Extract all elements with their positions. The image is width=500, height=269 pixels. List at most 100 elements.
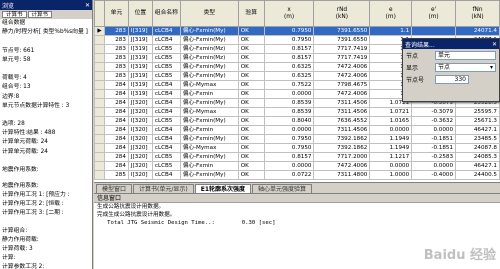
table-cell[interactable]: 25595.7 [455, 107, 500, 117]
table-cell[interactable]: 0.0000 [369, 125, 413, 135]
table-cell[interactable]: 0.0722 [263, 170, 315, 180]
table-cell[interactable]: J[320] [127, 107, 153, 117]
table-row[interactable]: 284 I[320] cLCB4 偏心-Fxmin(My) OK 0.7950 7392.1… [94, 134, 500, 144]
table-cell[interactable]: 7636.4552 [313, 116, 371, 126]
table-cell[interactable]: 1.1 [369, 26, 413, 36]
table-row[interactable]: 284 J[320] cLCB4 偏心-Mymax OK 0.7950 7392.1862 1… [94, 143, 500, 153]
table-cell[interactable]: cLCB5 [151, 116, 181, 126]
table-cell[interactable]: 283 [103, 44, 129, 54]
table-cell[interactable]: 0.7950 [263, 143, 315, 153]
query-id-input[interactable]: 330 [435, 74, 469, 84]
table-cell[interactable]: 0.0000 [411, 161, 457, 171]
table-cell[interactable]: 284 [103, 152, 129, 162]
tree-line[interactable]: 单元节点数据计算特性 : 3 [0, 102, 92, 111]
tab-e1-strength[interactable]: E1轮廓系次强度 [194, 184, 252, 193]
table-cell[interactable]: OK [237, 35, 265, 45]
tree-line[interactable]: 计算: [0, 254, 92, 263]
table-cell[interactable]: 1.0165 [369, 116, 413, 126]
column-header[interactable]: rNd (kN) [313, 0, 371, 27]
column-header[interactable]: 类型 [179, 0, 239, 27]
query-show-select[interactable]: 节点 ▾ [435, 62, 496, 72]
table-cell[interactable]: 0.0000 [263, 89, 315, 99]
table-cell[interactable]: I[319] [127, 26, 153, 36]
table-cell[interactable]: cLCB4 [151, 170, 181, 180]
table-cell[interactable]: 0.8040 [263, 116, 315, 126]
table-cell[interactable]: cLCB5 [151, 71, 181, 81]
table-cell[interactable]: OK [237, 125, 265, 135]
column-header[interactable]: e' (m) [411, 0, 457, 27]
table-cell[interactable]: 偏心-Fxmin [179, 89, 239, 99]
table-cell[interactable]: I[319] [127, 62, 153, 72]
row-header[interactable] [94, 62, 105, 72]
row-header[interactable] [94, 71, 105, 81]
table-cell[interactable]: 7472.4006 [313, 62, 371, 72]
table-cell[interactable]: 46427.1 [455, 125, 500, 135]
table-cell[interactable]: cLCB4 [151, 26, 181, 36]
table-row[interactable]: 284 I[320] cLCB4 偏心-Fxmin OK 0.0000 7311.4506 0… [94, 125, 500, 135]
table-cell[interactable]: cLCB4 [151, 89, 181, 99]
table-cell[interactable]: 0.0000 [411, 125, 457, 135]
table-cell[interactable]: OK [237, 80, 265, 90]
table-row[interactable]: 285 I[320] cLCB4 偏心-Fxmin(My) OK 0.0722 7311.4… [94, 170, 500, 180]
table-cell[interactable]: 7392.1862 [313, 143, 371, 153]
table-cell[interactable]: 7311.4506 [313, 125, 371, 135]
table-cell[interactable]: 1.1949 [369, 143, 413, 153]
table-cell[interactable]: cLCB5 [151, 152, 181, 162]
tree-line[interactable]: 静力/时程分析[ 类型%b%s向量 ] [0, 28, 92, 37]
table-cell[interactable]: 偏心-Fxmin(My) [179, 98, 239, 108]
table-cell[interactable]: 0.6325 [263, 62, 315, 72]
table-cell[interactable]: 285 [103, 170, 129, 180]
table-cell[interactable]: 23485.5 [455, 134, 500, 144]
tree-line[interactable]: 地震作用系数: [0, 182, 92, 191]
table-cell[interactable]: 偏心-Fxmin [179, 125, 239, 135]
row-header[interactable] [94, 116, 105, 126]
table-cell[interactable]: 0.8539 [263, 98, 315, 108]
column-header[interactable]: fNn (kN) [455, 0, 500, 27]
table-row[interactable]: 284 J[320] cLCB5 偏心-Fxmin(My) OK 0.8157 7717.2… [94, 152, 500, 162]
table-cell[interactable]: cLCB5 [151, 53, 181, 63]
table-cell[interactable]: 284 [103, 98, 129, 108]
table-cell[interactable]: 7717.2000 [313, 152, 371, 162]
table-cell[interactable]: 284 [103, 80, 129, 90]
table-cell[interactable]: 46427.1 [455, 161, 500, 171]
table-cell[interactable]: J[319] [127, 53, 153, 63]
tab-model-window[interactable]: 模型窗口 [96, 184, 133, 193]
table-cell[interactable]: OK [237, 161, 265, 171]
table-cell[interactable]: 偏心-Mymax [179, 80, 239, 90]
table-cell[interactable]: 偏心-Fxmin [179, 161, 239, 171]
column-header[interactable]: 验算 [237, 0, 265, 27]
table-cell[interactable]: 284 [103, 107, 129, 117]
row-header[interactable]: ▶ [94, 26, 105, 36]
column-header[interactable]: e (m) [369, 0, 413, 27]
row-header[interactable] [94, 152, 105, 162]
table-cell[interactable]: 0.7522 [263, 80, 315, 90]
column-header[interactable]: 组合名称 [151, 0, 181, 27]
table-cell[interactable]: OK [237, 143, 265, 153]
table-cell[interactable]: 283 [103, 71, 129, 81]
table-cell[interactable]: OK [237, 44, 265, 54]
tree-line[interactable] [0, 218, 92, 227]
tree-line[interactable] [0, 111, 92, 120]
table-cell[interactable]: cLCB4 [151, 143, 181, 153]
table-cell[interactable]: 0.8157 [263, 44, 315, 54]
table-cell[interactable]: 0.0000 [369, 161, 413, 171]
table-cell[interactable]: 偏心-Mymax [179, 107, 239, 117]
table-cell[interactable]: 1.1217 [369, 152, 413, 162]
table-cell[interactable]: 7472.4006 [313, 71, 371, 81]
table-cell[interactable]: 7391.6550 [313, 35, 371, 45]
table-cell[interactable]: 偏心-Fxmin(My) [179, 35, 239, 45]
table-cell[interactable]: cLCB4 [151, 125, 181, 135]
table-cell[interactable]: J[319] [127, 35, 153, 45]
table-cell[interactable]: cLCB4 [151, 134, 181, 144]
table-cell[interactable]: J[320] [127, 143, 153, 153]
table-cell[interactable]: 7311.4506 [313, 98, 371, 108]
table-cell[interactable]: OK [237, 98, 265, 108]
table-cell[interactable]: I[319] [127, 44, 153, 54]
tree-line[interactable] [0, 37, 92, 46]
tree-line[interactable]: 计算参数工况 2: [0, 263, 92, 269]
table-cell[interactable] [411, 26, 457, 36]
table-cell[interactable]: cLCB4 [151, 35, 181, 45]
table-cell[interactable]: 0.8157 [263, 53, 315, 63]
table-cell[interactable]: 0.8539 [263, 107, 315, 117]
table-cell[interactable]: 24400.5 [455, 170, 500, 180]
